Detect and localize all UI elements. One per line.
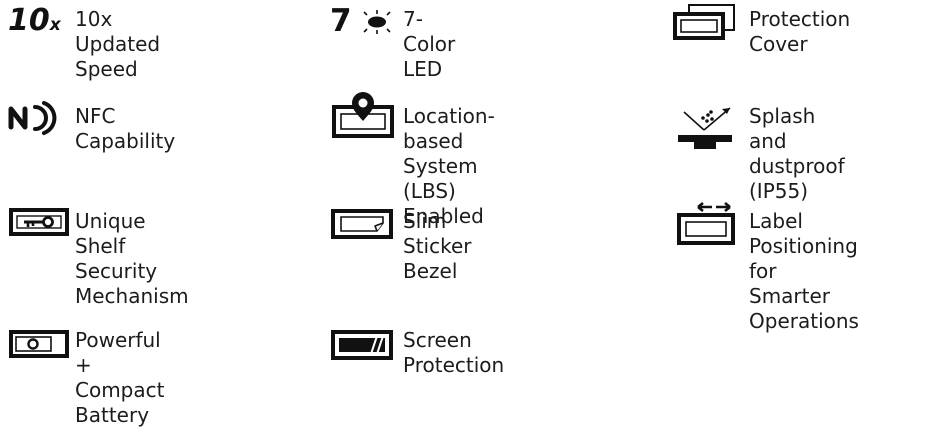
feature-label-ip55: Splash and dustproof (IP55) xyxy=(749,104,845,203)
splash-dustproof-icon xyxy=(670,103,740,153)
feature-label-positioning: Label Positioning for Smarter Operations xyxy=(749,209,859,333)
location-pin-screen-icon xyxy=(330,90,396,140)
feature-label-battery: Powerful + Compact Battery xyxy=(75,328,165,427)
battery-icon xyxy=(8,327,70,361)
feature-label-speed: 10x Updated Speed xyxy=(75,7,161,81)
feature-label-security: Unique Shelf Security Mechanism xyxy=(75,209,189,308)
feature-label-led: 7-Color LED xyxy=(403,7,456,81)
nfc-icon xyxy=(8,100,68,136)
label-positioning-icon xyxy=(676,197,738,247)
slim-sticker-bezel-icon xyxy=(330,206,396,242)
screen-protection-icon xyxy=(330,327,396,363)
key-lock-icon xyxy=(8,205,70,239)
feature-label-bezel: Slim Sticker Bezel xyxy=(403,209,472,283)
protection-cover-icon xyxy=(672,3,738,41)
feature-label-screen: Screen Protection xyxy=(403,328,505,377)
feature-label-nfc: NFC Capability xyxy=(75,104,176,153)
feature-label-cover: Protection Cover xyxy=(749,7,851,56)
